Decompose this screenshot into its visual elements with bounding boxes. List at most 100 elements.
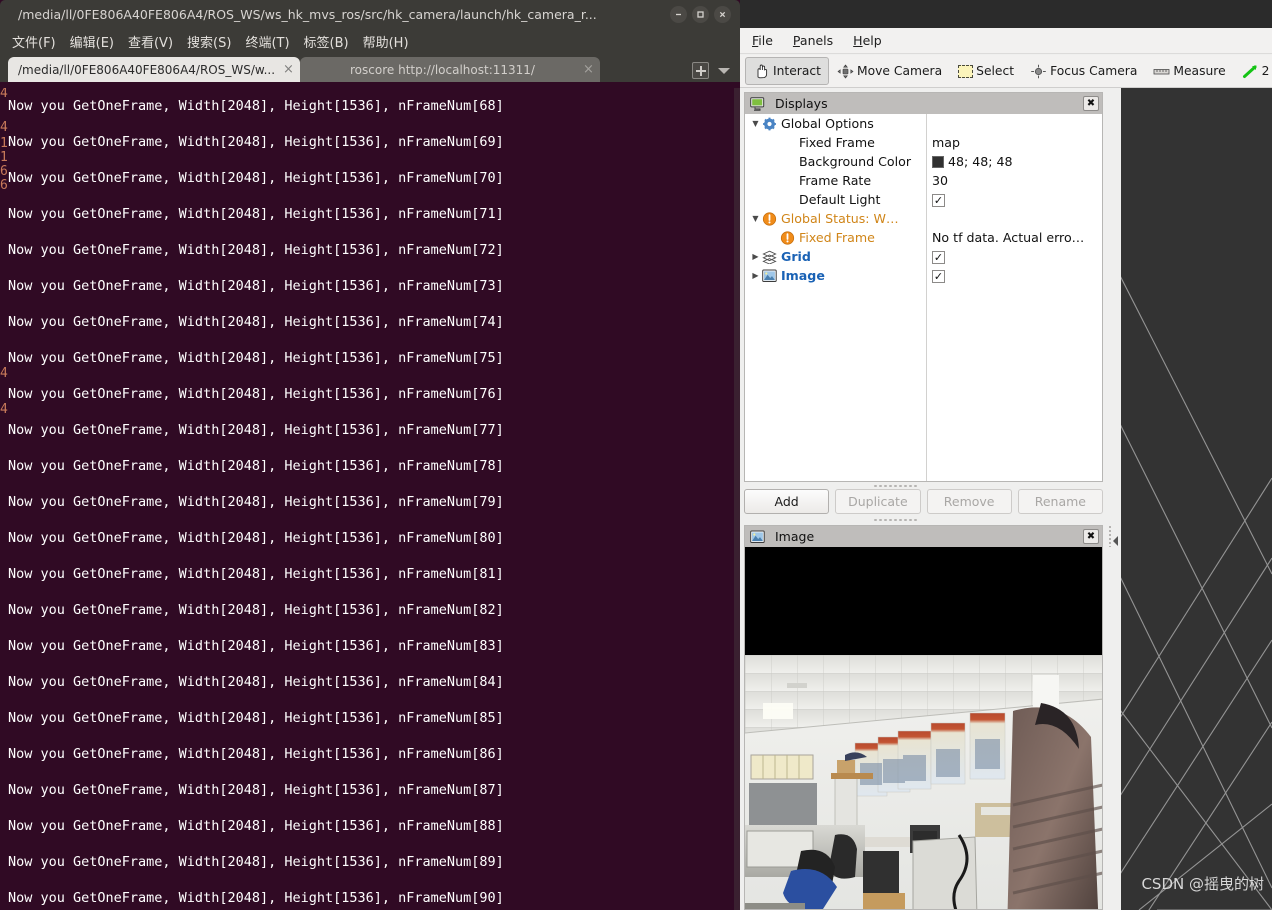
terminal-title: /media/ll/0FE806A40FE806A4/ROS_WS/ws_hk_…: [18, 6, 597, 22]
warning-icon: [762, 211, 777, 226]
expander-closed-icon[interactable]: ▶: [749, 252, 762, 261]
displays-panel-header[interactable]: Displays ✖: [745, 93, 1102, 114]
terminal-menu-search[interactable]: 搜索(S): [187, 32, 231, 51]
expander-open-icon[interactable]: ▼: [749, 119, 762, 128]
terminal-tab-0-label: /media/ll/0FE806A40FE806A4/ROS_WS/w...: [18, 62, 276, 77]
tool-move-camera[interactable]: Move Camera: [829, 57, 950, 85]
display-tree-row-label: Global Status: W…: [781, 211, 899, 226]
remove-button[interactable]: Remove: [926, 489, 1012, 514]
terminal-menu-tabs[interactable]: 标签(B): [304, 32, 349, 51]
terminal-line: Now you GetOneFrame, Width[2048], Height…: [8, 242, 504, 258]
measure-ruler-icon: [1153, 64, 1170, 79]
terminal-menu-bar: 文件(F) 编辑(E) 查看(V) 搜索(S) 终端(T) 标签(B) 帮助(H…: [0, 28, 740, 54]
collapse-panel-arrow-icon[interactable]: [1111, 533, 1121, 547]
image-panel-header[interactable]: Image ✖: [745, 526, 1102, 547]
nav-goal-arrow-icon: [1242, 64, 1259, 79]
rviz-menu-panels[interactable]: Panels: [793, 33, 833, 48]
expander-closed-icon[interactable]: ▶: [749, 271, 762, 280]
image-panel-close-icon[interactable]: ✖: [1083, 529, 1099, 544]
terminal-menu-help[interactable]: 帮助(H): [363, 32, 409, 51]
icon-spacer: [780, 155, 795, 169]
terminal-scrollbar[interactable]: [734, 88, 740, 910]
terminal-line: Now you GetOneFrame, Width[2048], Height…: [8, 278, 504, 294]
image-render-area[interactable]: [745, 547, 1102, 909]
icon-spacer: [780, 174, 795, 188]
terminal-wrapped-glyphs: 4 4 1 1 6 6 4 4: [0, 88, 8, 417]
terminal-menu-edit[interactable]: 编辑(E): [70, 32, 114, 51]
display-tree-row-value[interactable]: ✓: [926, 268, 1102, 283]
terminal-tab-1-close-icon[interactable]: ×: [583, 62, 594, 77]
displays-panel-close-icon[interactable]: ✖: [1083, 96, 1099, 111]
duplicate-button[interactable]: Duplicate: [835, 489, 921, 514]
display-tree-row-value[interactable]: ✓: [926, 249, 1102, 264]
rviz-toolbar: Interact Move Camera Select Focus Camera…: [740, 55, 1272, 88]
terminal-line: Now you GetOneFrame, Width[2048], Height…: [8, 854, 504, 870]
display-tree-row[interactable]: Fixed Frame No tf data. Actual erro…: [745, 228, 1102, 247]
move-camera-icon: [837, 64, 854, 79]
checkbox-checked-icon[interactable]: ✓: [932, 194, 945, 207]
maximize-icon[interactable]: [692, 5, 709, 23]
terminal-menu-file[interactable]: 文件(F): [12, 32, 56, 51]
terminal-tab-0-close-icon[interactable]: ×: [283, 62, 294, 77]
display-tree-row-value[interactable]: No tf data. Actual erro…: [926, 230, 1102, 245]
expander-open-icon[interactable]: ▼: [749, 214, 762, 223]
display-tree-row[interactable]: ▶ Grid ✓: [745, 247, 1102, 266]
rviz-menu-file[interactable]: File: [752, 33, 773, 48]
tool-focus-camera[interactable]: Focus Camera: [1022, 57, 1145, 85]
display-tree-row-value[interactable]: map: [926, 135, 1102, 150]
display-tree-row-value[interactable]: ✓: [926, 192, 1102, 207]
terminal-line: Now you GetOneFrame, Width[2048], Height…: [8, 782, 504, 798]
select-rectangle-icon: [958, 64, 974, 78]
tool-select[interactable]: Select: [950, 57, 1022, 85]
display-tree-row[interactable]: Frame Rate 30: [745, 171, 1102, 190]
display-tree-row[interactable]: Background Color 48; 48; 48: [745, 152, 1102, 171]
close-icon[interactable]: [714, 5, 731, 23]
rviz-menu-bar: File Panels Help: [740, 28, 1272, 54]
display-tree-row[interactable]: Fixed Frame map: [745, 133, 1102, 152]
tool-measure[interactable]: Measure: [1145, 57, 1233, 85]
checkbox-checked-icon[interactable]: ✓: [932, 270, 945, 283]
tool-nav-goal[interactable]: 2: [1234, 57, 1272, 85]
terminal-line: Now you GetOneFrame, Width[2048], Height…: [8, 746, 504, 762]
display-tree-row-label: Global Options: [781, 116, 874, 131]
terminal-line: Now you GetOneFrame, Width[2048], Height…: [8, 314, 504, 330]
terminal-tab-1[interactable]: roscore http://localhost:11311/ ×: [299, 57, 600, 82]
tool-interact[interactable]: Interact: [745, 57, 829, 85]
terminal-title-bar[interactable]: /media/ll/0FE806A40FE806A4/ROS_WS/ws_hk_…: [0, 0, 740, 28]
color-swatch[interactable]: [932, 156, 944, 168]
display-tree-row-value[interactable]: 48; 48; 48: [926, 154, 1102, 169]
terminal-tab-bar: /media/ll/0FE806A40FE806A4/ROS_WS/w... ×…: [0, 54, 740, 82]
rename-button[interactable]: Rename: [1017, 489, 1103, 514]
icon-spacer: [780, 136, 795, 150]
display-tree-row[interactable]: Default Light ✓: [745, 190, 1102, 209]
tool-select-label: Select: [976, 64, 1015, 78]
rviz-menu-help[interactable]: Help: [853, 33, 882, 48]
displays-button-row: Add Duplicate Remove Rename: [744, 489, 1103, 514]
new-tab-icon[interactable]: [692, 62, 709, 79]
rviz-3d-view[interactable]: CSDN @摇曳的树: [1121, 88, 1272, 910]
hand-cursor-icon: [753, 64, 770, 79]
terminal-menu-terminal[interactable]: 终端(T): [245, 32, 289, 51]
watermark-text: CSDN @摇曳的树: [1141, 875, 1264, 893]
tree-column-divider[interactable]: [926, 114, 927, 481]
add-button[interactable]: Add: [744, 489, 830, 514]
display-tree-row[interactable]: ▼ Global Options: [745, 114, 1102, 133]
chevron-down-icon[interactable]: [718, 67, 730, 74]
terminal-menu-view[interactable]: 查看(V): [128, 32, 173, 51]
terminal-line: Now you GetOneFrame, Width[2048], Height…: [8, 710, 504, 726]
terminal-line: Now you GetOneFrame, Width[2048], Height…: [8, 170, 504, 186]
display-tree-row-value[interactable]: 30: [926, 173, 1102, 188]
displays-tree[interactable]: ▼ Global Options Fixed Frame map Background …: [745, 114, 1102, 481]
terminal-line: Now you GetOneFrame, Width[2048], Height…: [8, 350, 504, 366]
terminal-output[interactable]: 4 4 1 1 6 6 4 4 Now you GetOneFrame, Wid…: [0, 88, 740, 910]
terminal-line: Now you GetOneFrame, Width[2048], Height…: [8, 494, 504, 510]
color-value-text: 48; 48; 48: [948, 154, 1013, 169]
display-tree-row[interactable]: ▼ Global Status: W…: [745, 209, 1102, 228]
displays-splitter-bottom[interactable]: [873, 518, 919, 522]
displays-splitter-top[interactable]: [873, 484, 919, 488]
terminal-tab-0[interactable]: /media/ll/0FE806A40FE806A4/ROS_WS/w... ×: [8, 57, 300, 82]
display-tree-row-label: Frame Rate: [799, 173, 872, 188]
checkbox-checked-icon[interactable]: ✓: [932, 251, 945, 264]
minimize-icon[interactable]: [670, 5, 687, 23]
display-tree-row[interactable]: ▶ Image ✓: [745, 266, 1102, 285]
